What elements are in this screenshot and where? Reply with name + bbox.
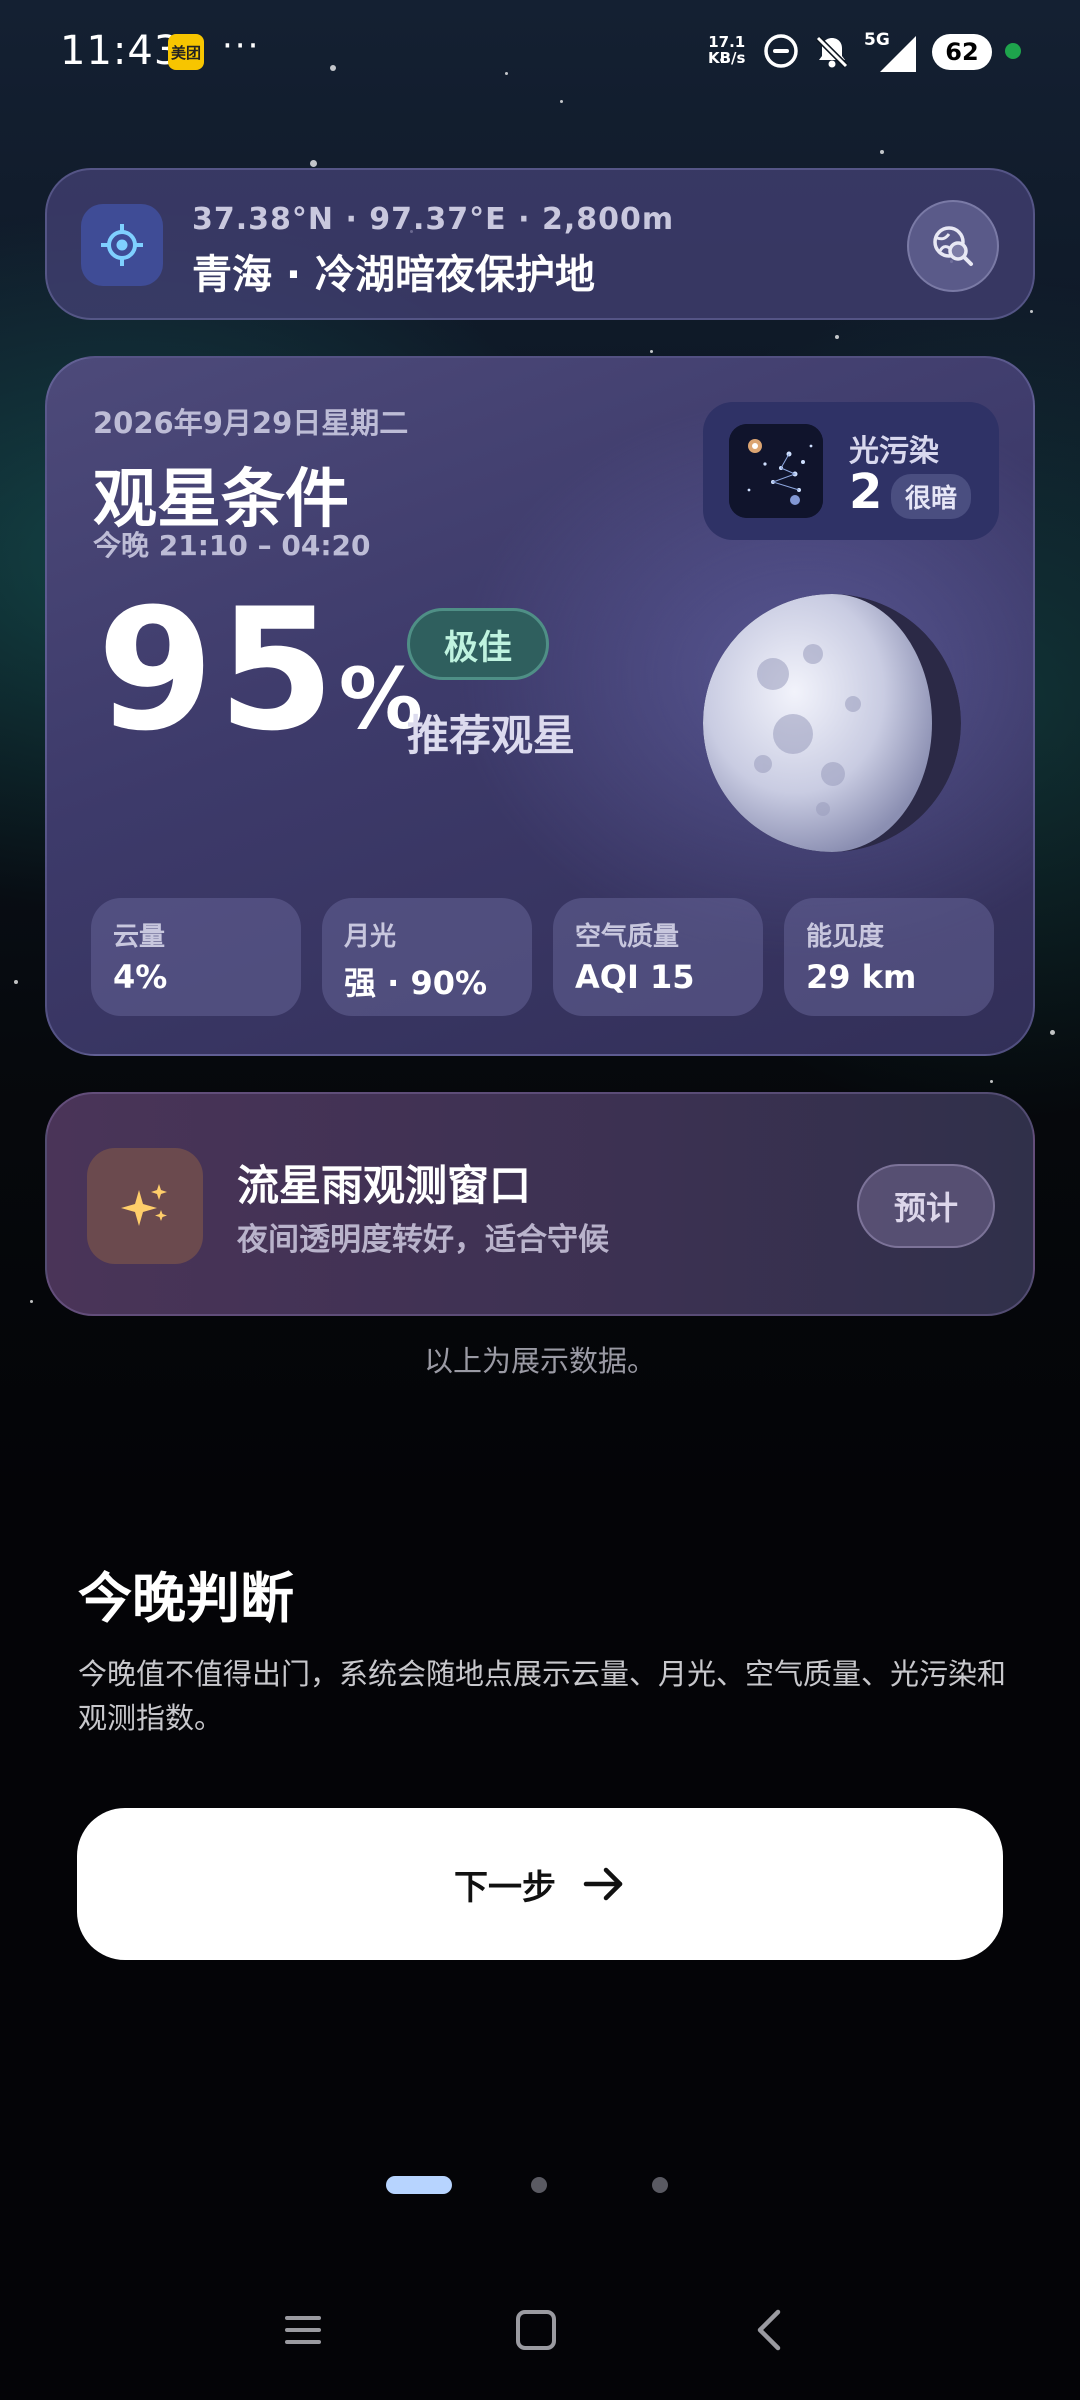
metric-value: AQI 15: [575, 958, 695, 996]
light-pollution-tag: 很暗: [891, 474, 972, 519]
star: [30, 1300, 33, 1303]
onboarding-description: 今晚值不值得出门，系统会随地点展示云量、月光、空气质量、光污染和观测指数。: [78, 1657, 1007, 1735]
meteor-shower-card[interactable]: 流星雨观测窗口 夜间透明度转好，适合守候 预计: [45, 1092, 1035, 1316]
demo-data-note: 以上为展示数据。: [423, 1344, 656, 1378]
page-indicator-active: [386, 2176, 452, 2194]
star: [835, 335, 839, 339]
score-value: 95: [97, 572, 339, 768]
status-bar: 11:43 美团 ··· 17.1 KB/s 5G 62: [0, 0, 1080, 104]
moon-phase-image: [703, 594, 961, 852]
metric-air-quality: 空气质量 AQI 15: [553, 898, 763, 1016]
arrow-right-icon: [583, 1867, 623, 1901]
star: [1030, 310, 1033, 313]
metric-moonlight: 月光 强 · 90%: [322, 898, 532, 1016]
star: [14, 980, 18, 984]
metric-label: 空气质量: [575, 922, 680, 952]
globe-search-icon: [933, 226, 973, 266]
locate-icon: [81, 204, 163, 286]
metric-cloud-cover: 云量 4%: [91, 898, 301, 1016]
star: [310, 160, 317, 167]
onboarding-title: 今晚判断: [78, 1567, 294, 1630]
page-indicator-dot: [531, 2177, 547, 2193]
meteor-window-title: 流星雨观测窗口: [237, 1161, 532, 1210]
metric-visibility: 能见度 29 km: [784, 898, 994, 1016]
more-notifications-icon: ···: [222, 26, 261, 66]
home-button[interactable]: [496, 2290, 576, 2370]
location-search-button[interactable]: [907, 200, 999, 292]
next-step-button[interactable]: 下一步: [77, 1808, 1003, 1960]
location-card[interactable]: 37.38°N · 97.37°E · 2,800m 青海 · 冷湖暗夜保护地: [45, 168, 1035, 320]
sparkle-icon: [87, 1148, 203, 1264]
recommendation-text: 推荐观星: [407, 711, 576, 760]
star: [990, 1080, 993, 1083]
rating-badge: 极佳: [407, 608, 549, 680]
network-speed: 17.1 KB/s: [708, 34, 745, 66]
do-not-disturb-icon: [762, 32, 800, 74]
chevron-left-icon: [757, 2309, 781, 2351]
square-icon: [516, 2310, 556, 2350]
star: [880, 150, 884, 154]
bell-muted-icon: [812, 32, 852, 76]
constellation-thumbnail: [729, 424, 823, 518]
light-pollution-value: 2: [849, 464, 883, 520]
battery-indicator: 62: [932, 34, 992, 70]
menu-icon: [285, 2316, 321, 2344]
metric-label: 能见度: [806, 922, 885, 952]
network-speed-value: 17.1: [708, 33, 746, 51]
meteor-window-subtitle: 夜间透明度转好，适合守候: [237, 1222, 609, 1258]
recent-apps-button[interactable]: [263, 2290, 343, 2370]
metric-value: 29 km: [806, 958, 917, 996]
conditions-date: 2026年9月29日星期二: [93, 406, 409, 440]
page-indicator-dot: [652, 2177, 668, 2193]
observation-time-range: 今晚 21:10 – 04:20: [93, 529, 371, 562]
stargazing-score: 95%: [97, 586, 423, 754]
network-speed-unit: KB/s: [708, 49, 746, 67]
metric-label: 云量: [113, 922, 166, 952]
stargazing-conditions-card: 2026年9月29日星期二 观星条件 今晚 21:10 – 04:20 光污染 …: [45, 356, 1035, 1056]
metric-label: 月光: [344, 922, 397, 952]
back-button[interactable]: [730, 2290, 810, 2370]
star: [1050, 1030, 1055, 1035]
privacy-indicator-dot: [1005, 43, 1021, 59]
metric-value: 强 · 90%: [344, 964, 488, 1002]
meituan-app-icon: 美团: [168, 34, 204, 70]
location-name: 青海 · 冷湖暗夜保护地: [192, 252, 596, 298]
light-pollution-panel: 光污染 2 很暗: [703, 402, 999, 540]
system-navigation-bar: [0, 2290, 1080, 2380]
metric-value: 4%: [113, 958, 168, 996]
status-time: 11:43: [60, 28, 181, 74]
star: [650, 350, 653, 353]
next-step-label: 下一步: [454, 1867, 556, 1908]
forecast-button[interactable]: 预计: [857, 1164, 995, 1248]
location-coordinates: 37.38°N · 97.37°E · 2,800m: [192, 202, 675, 237]
